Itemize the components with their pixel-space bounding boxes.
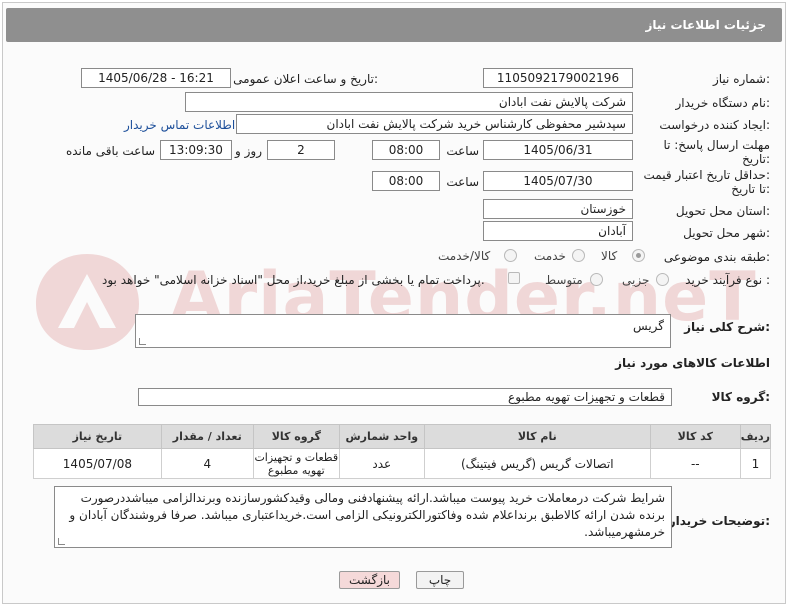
category-service-label: خدمت [534,249,566,263]
city-label: شهر محل تحویل: [683,226,770,240]
resize-handle-icon[interactable] [139,338,146,345]
price-validity-date-field: 1405/07/30 [483,171,633,191]
category-goods-service-radio[interactable] [504,249,517,262]
buyer-notes-label: توضیحات خریدار: [668,514,770,528]
buyer-notes-text: شرایط شرکت درمعاملات خرید پیوست میباشد.ا… [69,491,665,539]
reply-days-label: روز و [235,144,262,158]
items-table: ردیف کد کالا نام کالا واحد شمارش گروه کا… [33,424,772,479]
reply-deadline-time-label: ساعت [446,144,479,158]
col-row-header: ردیف [739,424,772,449]
province-label: استان محل تحویل: [675,204,770,218]
cell-group: قطعات و تجهیزات تهویه مطبوع [252,448,340,479]
reply-deadline-time-field: 08:00 [372,140,440,160]
items-table-header-row: ردیف کد کالا نام کالا واحد شمارش گروه کا… [33,424,772,449]
description-label: شرح کلی نیاز: [684,320,770,334]
need-number-label: شماره نیاز: [712,72,770,86]
remaining-time-label: ساعت باقی مانده [65,144,155,158]
treasury-payment-note: پرداخت تمام یا بخشی از مبلغ خرید،از محل … [102,273,485,287]
category-label: طبقه بندی موضوعی: [663,250,770,264]
col-qty-header: تعداد / مقدار [160,424,254,449]
remaining-time-field: 13:09:30 [160,140,232,160]
process-medium-label: متوسط [545,273,583,287]
resize-handle-icon[interactable] [58,538,65,545]
col-date-header: تاریخ نیاز [33,424,162,449]
process-type-label: نوع فرآیند خرید : [685,273,770,287]
goods-group-field: قطعات و تجهیزات تهویه مطبوع [138,388,672,406]
creator-label: ایجاد کننده درخواست: [659,118,770,132]
category-goods-radio[interactable] [632,249,645,262]
page-title: جزئیات اطلاعات نیاز [645,18,766,32]
description-textarea[interactable]: گریس [135,314,671,348]
reply-deadline-label-line1: مهلت ارسال پاسخ: تا [663,138,770,152]
col-group-header: گروه کالا [252,424,340,449]
announce-date-label: تاریخ و ساعت اعلان عمومی: [233,72,378,86]
cell-unit: عدد [338,448,425,479]
goods-group-label: گروه کالا: [711,390,770,404]
col-code-header: کد کالا [649,424,741,449]
cell-row: 1 [739,448,772,479]
description-text: گریس [633,319,664,333]
announce-date-field: 1405/06/28 - 16:21 [81,68,231,88]
price-validity-time-field: 08:00 [372,171,440,191]
col-name-header: نام کالا [423,424,651,449]
buyer-org-field: شرکت پالایش نفت ابادان [185,92,633,112]
city-field: آبادان [483,221,633,241]
goods-info-title: اطلاعات کالاهای مورد نیاز [615,356,770,370]
page-header: جزئیات اطلاعات نیاز [6,8,782,42]
buyer-org-label: نام دستگاه خریدار: [675,96,771,110]
price-validity-label-line2: تا تاریخ: [731,182,770,196]
reply-deadline-date-field: 1405/06/31 [483,140,633,160]
need-number-field: 1105092179002196 [483,68,633,88]
cell-code: -- [649,448,741,479]
price-validity-time-label: ساعت [446,175,479,189]
reply-days-field: 2 [267,140,335,160]
process-minor-radio[interactable] [656,273,669,286]
col-unit-header: واحد شمارش [338,424,425,449]
reply-deadline-label-line2: تاریخ: [742,152,770,166]
category-service-radio[interactable] [572,249,585,262]
cell-date: 1405/07/08 [33,448,162,479]
cell-qty: 4 [160,448,254,479]
process-minor-label: جزیی [622,273,650,287]
category-goods-service-label: کالا/خدمت [438,249,491,263]
buyer-notes-textarea[interactable]: شرایط شرکت درمعاملات خرید پیوست میباشد.ا… [54,486,672,548]
creator-field: سپدشیر محفوظی کارشناس خرید شرکت پالایش ن… [236,114,633,134]
category-goods-label: کالا [601,249,618,263]
treasury-payment-checkbox[interactable] [508,272,520,284]
buyer-contact-link[interactable]: اطلاعات تماس خریدار [124,118,235,132]
province-field: خوزستان [483,199,633,219]
print-button[interactable]: چاپ [416,571,464,589]
table-row: 1 -- اتصالات گریس (گریس فیتینگ) عدد قطعا… [33,448,772,479]
cell-name: اتصالات گریس (گریس فیتینگ) [423,448,651,479]
process-medium-radio[interactable] [590,273,603,286]
back-button[interactable]: بازگشت [339,571,400,589]
price-validity-label-line1: حداقل تاریخ اعتبار قیمت: [643,168,770,182]
